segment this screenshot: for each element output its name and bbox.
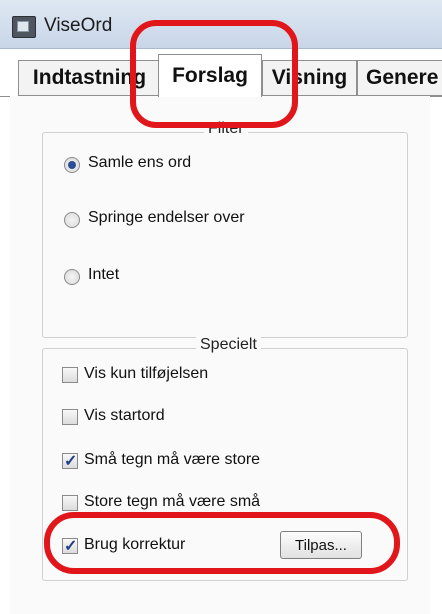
radio-springe-endelser-over[interactable]: [64, 212, 80, 228]
tab-generelt[interactable]: Genere: [357, 60, 442, 96]
checkbox-label[interactable]: Store tegn må være små: [84, 493, 260, 511]
checkbox-label[interactable]: Brug korrektur: [84, 536, 185, 554]
radio-label[interactable]: Springe endelser over: [88, 209, 245, 227]
radio-samle-ens-ord[interactable]: [64, 157, 80, 173]
checkbox-vis-kun-tilfoejelsen[interactable]: [62, 367, 78, 383]
tab-label: Forslag: [172, 64, 248, 87]
tab-visning[interactable]: Visning: [262, 60, 357, 96]
checkbox-label[interactable]: Vis kun tilføjelsen: [84, 365, 208, 383]
checkbox-vis-startord[interactable]: [62, 409, 78, 425]
checkbox-brug-korrektur[interactable]: [62, 536, 78, 556]
tilpas-button[interactable]: Tilpas...: [280, 531, 362, 559]
tab-panel-forslag: Filter Samle ens ord Springe endelser ov…: [10, 96, 430, 614]
tab-forslag[interactable]: Forslag: [158, 54, 262, 97]
tab-indtastning[interactable]: Indtastning: [18, 60, 161, 96]
checkbox-label[interactable]: Små tegn må være store: [84, 451, 260, 469]
filter-legend: Filter: [204, 120, 248, 138]
tab-label: Visning: [271, 66, 348, 89]
title-bar: ViseOrd: [0, 0, 442, 49]
radio-label[interactable]: Intet: [88, 266, 119, 284]
radio-intet[interactable]: [64, 269, 80, 285]
window-title: ViseOrd: [44, 15, 113, 36]
radio-label[interactable]: Samle ens ord: [88, 154, 191, 172]
checkbox-smaa-tegn-maa-vaere-store[interactable]: [62, 451, 78, 471]
checkbox-store-tegn-maa-vaere-smaa[interactable]: [62, 495, 78, 511]
tab-label: Indtastning: [32, 66, 147, 89]
app-window-icon: [12, 16, 36, 38]
checkbox-label[interactable]: Vis startord: [84, 407, 165, 425]
special-legend: Specielt: [196, 336, 261, 354]
tab-label: Genere: [366, 66, 439, 89]
